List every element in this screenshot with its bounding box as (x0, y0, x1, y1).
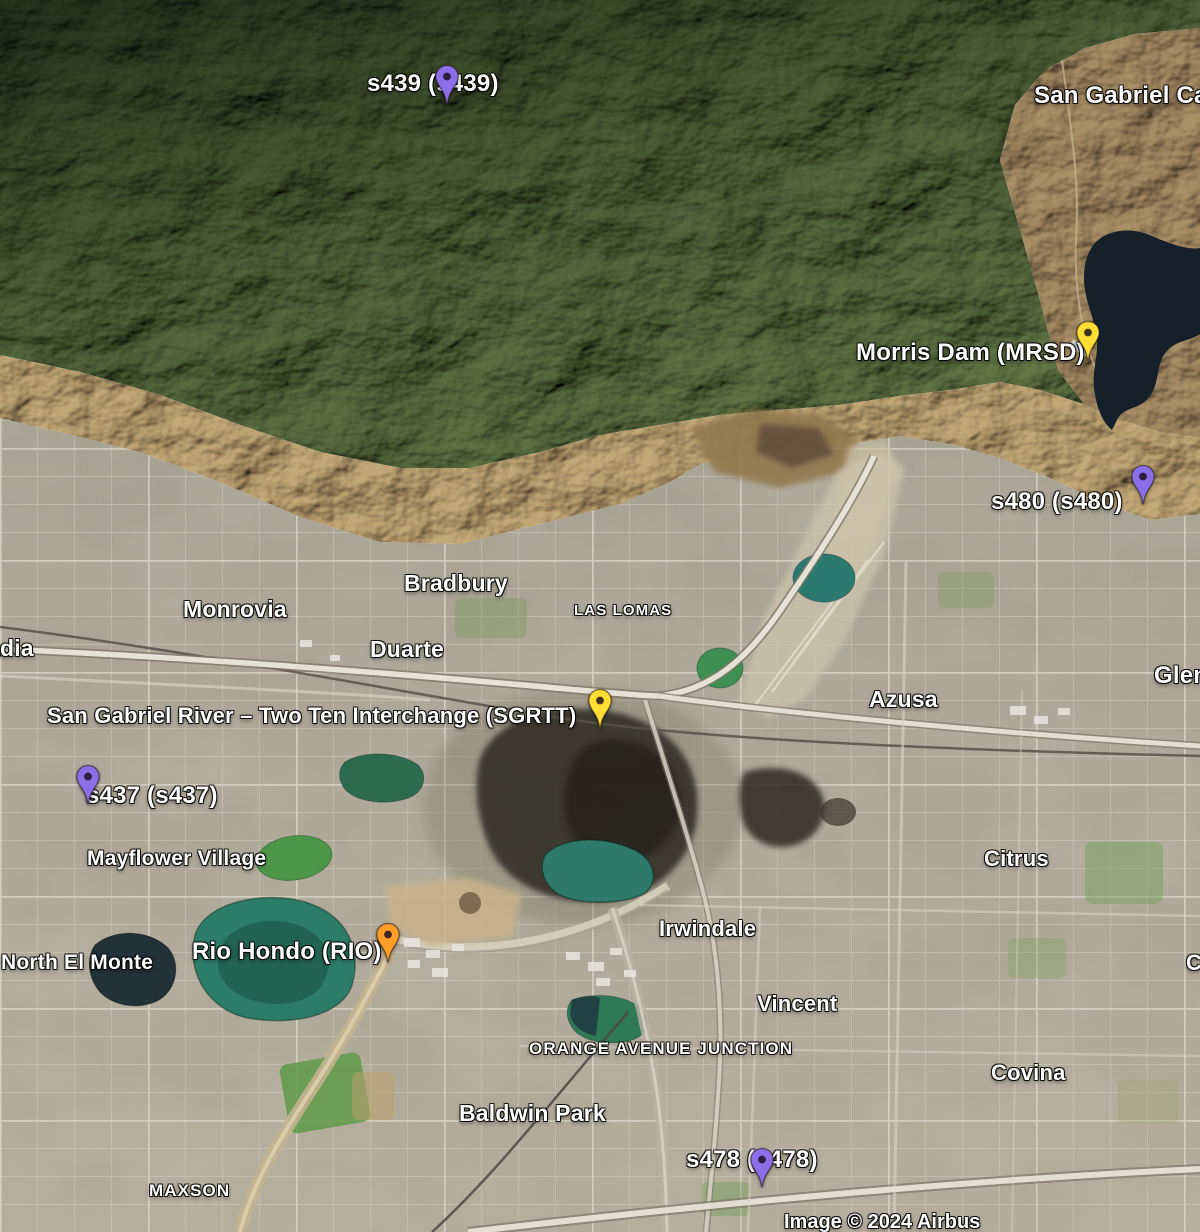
marker-label-s437[interactable]: s437 (s437) (86, 782, 218, 811)
map-pin-mrsd[interactable] (1075, 320, 1101, 362)
map-pin-sgrtt[interactable] (587, 688, 613, 730)
placemark-pin-icon (1075, 320, 1101, 362)
placemark-pin-icon (587, 688, 613, 730)
placemark-pin-icon (75, 764, 101, 806)
marker-label-s439[interactable]: s439 (s439) (367, 70, 499, 99)
marker-label-rio[interactable]: Rio Hondo (RIO) (192, 938, 382, 967)
placemark-pin-icon (1130, 464, 1156, 506)
placemark-pin-icon (434, 64, 460, 106)
marker-layer: s439 (s439)Morris Dam (MRSD)s480 (s480)S… (0, 0, 1200, 1232)
imagery-attribution: Image © 2024 Airbus (784, 1211, 980, 1232)
map-pin-s437[interactable] (75, 764, 101, 806)
marker-label-mrsd[interactable]: Morris Dam (MRSD) (856, 339, 1085, 368)
marker-label-sgrtt[interactable]: San Gabriel River – Two Ten Interchange … (47, 703, 576, 729)
placemark-pin-icon (375, 922, 401, 964)
placemark-pin-icon (749, 1147, 775, 1189)
marker-label-s480[interactable]: s480 (s480) (991, 488, 1123, 517)
satellite-map-viewport[interactable]: San Gabriel CanyonArcadiaMonroviaBradbur… (0, 0, 1200, 1232)
map-pin-rio[interactable] (375, 922, 401, 964)
map-pin-s480[interactable] (1130, 464, 1156, 506)
map-pin-s439[interactable] (434, 64, 460, 106)
map-pin-s478[interactable] (749, 1147, 775, 1189)
